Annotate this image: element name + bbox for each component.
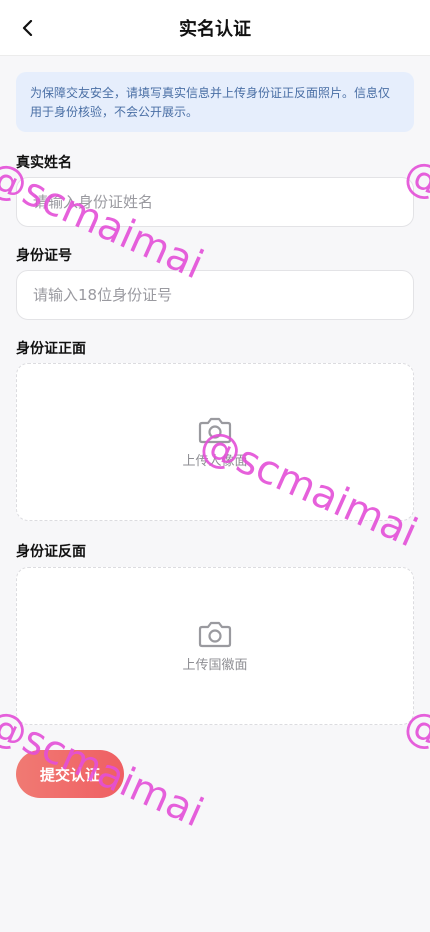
- name-input[interactable]: [16, 177, 414, 227]
- notice-banner: 为保障交友安全，请填写真实信息并上传身份证正反面照片。信息仅用于身份核验，不会公…: [16, 72, 414, 132]
- id-front-hint: 上传人像面: [182, 453, 248, 469]
- top-bar: 实名认证: [0, 0, 430, 56]
- id-back-upload[interactable]: 上传国徽面: [16, 567, 414, 725]
- page-title: 实名认证: [179, 19, 251, 40]
- id-number-input[interactable]: [16, 270, 414, 320]
- id-number-label: 身份证号: [16, 248, 72, 264]
- name-label: 真实姓名: [16, 155, 72, 171]
- submit-button[interactable]: 提交认证: [16, 750, 124, 798]
- id-front-upload[interactable]: 上传人像面: [16, 363, 414, 521]
- camera-icon: [198, 417, 232, 443]
- id-back-label: 身份证反面: [16, 544, 86, 560]
- id-front-label: 身份证正面: [16, 341, 86, 357]
- camera-icon: [198, 621, 232, 647]
- id-back-hint: 上传国徽面: [182, 657, 248, 673]
